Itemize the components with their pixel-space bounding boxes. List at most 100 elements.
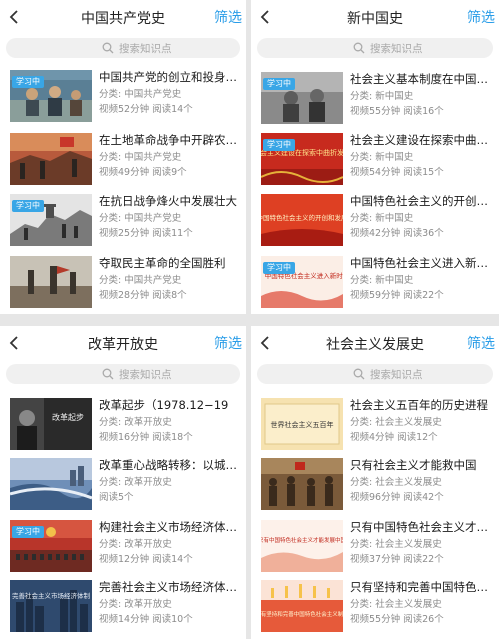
thumbnail: 中国特色社会主义的开创和发展 bbox=[261, 194, 343, 246]
item-category: 分类: 中国共产党史 bbox=[99, 213, 182, 224]
page-title: 改革开放史 bbox=[88, 337, 158, 353]
thumbnail bbox=[10, 458, 92, 510]
item-title: 完善社会主义市场经济体制... bbox=[99, 580, 242, 594]
status-badge: 学习中 bbox=[12, 200, 44, 212]
item-stats: 视频42分钟 阅读36个 bbox=[350, 228, 444, 239]
item-stats: 视频37分钟 阅读22个 bbox=[350, 554, 444, 565]
chevron-left-icon bbox=[260, 10, 269, 24]
item-category: 分类: 新中国史 bbox=[350, 91, 414, 102]
back-button[interactable] bbox=[6, 334, 22, 352]
thumbnail bbox=[261, 458, 343, 510]
page-title: 中国共产党史 bbox=[81, 11, 165, 27]
thumbnail: 只有中国特色社会主义才能发展中国 bbox=[261, 520, 343, 572]
item-category: 分类: 改革开放史 bbox=[99, 539, 172, 550]
item-category: 分类: 改革开放史 bbox=[99, 477, 172, 488]
item-title: 社会主义五百年的历史进程 bbox=[350, 398, 488, 412]
thumb-caption: 只有坚持和完善中国特色社会主义制度 bbox=[261, 610, 343, 618]
list-item[interactable]: 学习中 在抗日战争烽火中发展壮大 分类: 中国共产党史 视频25分钟 阅读11个 bbox=[10, 194, 242, 246]
item-stats: 视频55分钟 阅读16个 bbox=[350, 106, 444, 117]
list-item[interactable]: 学习中 社会主义基本制度在中国的... 分类: 新中国史 视频55分钟 阅读16… bbox=[261, 72, 495, 124]
list-item[interactable]: 在土地革命战争中开辟农村... 分类: 中国共产党史 视频49分钟 阅读9个 bbox=[10, 133, 242, 185]
list-item[interactable]: 学习中 构建社会主义市场经济体制... 分类: 改革开放史 视频12分钟 阅读1… bbox=[10, 520, 242, 572]
list-item[interactable]: 只有坚持和完善中国特色社会主义制度 只有坚持和完善中国特色社... 分类: 社会… bbox=[261, 580, 495, 632]
item-title: 社会主义基本制度在中国的... bbox=[350, 72, 495, 86]
search-bar[interactable]: 搜索知识点 bbox=[6, 38, 240, 58]
thumbnail: 完善社会主义市场经济体制 bbox=[10, 580, 92, 632]
item-stats: 阅读5个 bbox=[99, 492, 134, 503]
item-category: 分类: 中国共产党史 bbox=[99, 89, 182, 100]
filter-button[interactable]: 筛选 bbox=[214, 7, 242, 27]
item-title: 只有坚持和完善中国特色社... bbox=[350, 580, 495, 594]
thumb-caption: 改革起步 bbox=[52, 412, 84, 422]
list-item[interactable]: 社会主义建设在探索中曲折发展 学习中 社会主义建设在探索中曲折... 分类: 新… bbox=[261, 133, 495, 185]
status-badge: 学习中 bbox=[12, 76, 44, 88]
filter-button[interactable]: 筛选 bbox=[214, 333, 242, 353]
list-item[interactable]: 完善社会主义市场经济体制 完善社会主义市场经济体制... 分类: 改革开放史 视… bbox=[10, 580, 242, 632]
chevron-left-icon bbox=[9, 336, 18, 350]
status-badge: 学习中 bbox=[263, 139, 295, 151]
item-stats: 视频25分钟 阅读11个 bbox=[99, 228, 193, 239]
list-item[interactable]: 只有中国特色社会主义才能发展中国 只有中国特色社会主义才能... 分类: 社会主… bbox=[261, 520, 495, 572]
thumb-caption: 中国特色社会主义的开创和发展 bbox=[261, 213, 343, 222]
search-bar[interactable]: 搜索知识点 bbox=[257, 38, 493, 58]
page-title: 新中国史 bbox=[347, 11, 403, 27]
thumbnail: 学习中 bbox=[10, 520, 92, 572]
item-stats: 视频55分钟 阅读26个 bbox=[350, 614, 444, 625]
list-item[interactable]: 只有社会主义才能救中国 分类: 社会主义发展史 视频96分钟 阅读42个 bbox=[261, 458, 495, 510]
item-title: 在土地革命战争中开辟农村... bbox=[99, 133, 242, 147]
back-button[interactable] bbox=[6, 8, 22, 26]
thumbnail: 学习中 bbox=[261, 72, 343, 124]
list-item[interactable]: 改革重心战略转移：以城市... 分类: 改革开放史 阅读5个 bbox=[10, 458, 242, 510]
item-category: 分类: 社会主义发展史 bbox=[350, 599, 442, 610]
item-category: 分类: 新中国史 bbox=[350, 275, 414, 286]
back-button[interactable] bbox=[257, 8, 273, 26]
item-title: 中国共产党的创立和投身大... bbox=[99, 70, 242, 84]
item-stats: 视频14分钟 阅读10个 bbox=[99, 614, 193, 625]
filter-button[interactable]: 筛选 bbox=[467, 7, 495, 27]
thumbnail: 只有坚持和完善中国特色社会主义制度 bbox=[261, 580, 343, 632]
item-title: 构建社会主义市场经济体制... bbox=[99, 520, 242, 534]
thumb-caption: 世界社会主义五百年 bbox=[271, 420, 334, 429]
list-item[interactable]: 世界社会主义五百年 社会主义五百年的历史进程 分类: 社会主义发展史 视频4分钟… bbox=[261, 398, 495, 450]
filter-button[interactable]: 筛选 bbox=[467, 333, 495, 353]
list-item[interactable]: 中国特色社会主义进入新时代 学习中 中国特色社会主义进入新时... 分类: 新中… bbox=[261, 256, 495, 308]
panel-new-china-history: 新中国史 筛选 搜索知识点 学习中 社会主义基本制度在中国的... 分类: 新中… bbox=[251, 0, 499, 314]
item-stats: 视频52分钟 阅读14个 bbox=[99, 104, 193, 115]
item-stats: 视频59分钟 阅读22个 bbox=[350, 290, 444, 301]
thumbnail: 学习中 bbox=[10, 70, 92, 122]
thumb-caption: 完善社会主义市场经济体制 bbox=[12, 591, 91, 600]
list-item[interactable]: 夺取民主革命的全国胜利 分类: 中国共产党史 视频28分钟 阅读8个 bbox=[10, 256, 242, 308]
search-bar[interactable]: 搜索知识点 bbox=[6, 364, 240, 384]
header: 中国共产党史 筛选 bbox=[0, 0, 246, 34]
page-title: 社会主义发展史 bbox=[326, 337, 424, 353]
item-title: 社会主义建设在探索中曲折... bbox=[350, 133, 495, 147]
list-item[interactable]: 学习中 中国共产党的创立和投身大... 分类: 中国共产党史 视频52分钟 阅读… bbox=[10, 70, 242, 122]
thumbnail: 中国特色社会主义进入新时代 学习中 bbox=[261, 256, 343, 308]
search-bar[interactable]: 搜索知识点 bbox=[257, 364, 493, 384]
panel-party-history: 中国共产党史 筛选 搜索知识点 学习中 中国共产党的创立和投身大... 分类: … bbox=[0, 0, 246, 314]
item-title: 中国特色社会主义进入新时... bbox=[350, 256, 495, 270]
list-item[interactable]: 中国特色社会主义的开创和发展 中国特色社会主义的开创和... 分类: 新中国史 … bbox=[261, 194, 495, 246]
thumbnail bbox=[10, 256, 92, 308]
header: 改革开放史 筛选 bbox=[0, 326, 246, 360]
chevron-left-icon bbox=[9, 10, 18, 24]
status-badge: 学习中 bbox=[263, 78, 295, 90]
item-category: 分类: 社会主义发展史 bbox=[350, 477, 442, 488]
item-stats: 视频4分钟 阅读12个 bbox=[350, 432, 438, 443]
item-category: 分类: 中国共产党史 bbox=[99, 152, 182, 163]
thumbnail: 世界社会主义五百年 bbox=[261, 398, 343, 450]
item-title: 只有中国特色社会主义才能... bbox=[350, 520, 495, 534]
item-category: 分类: 社会主义发展史 bbox=[350, 539, 442, 550]
item-title: 夺取民主革命的全国胜利 bbox=[99, 256, 226, 270]
item-title: 中国特色社会主义的开创和... bbox=[350, 194, 495, 208]
item-category: 分类: 社会主义发展史 bbox=[350, 417, 442, 428]
thumbnail: 改革起步 bbox=[10, 398, 92, 450]
back-button[interactable] bbox=[257, 334, 273, 352]
item-category: 分类: 中国共产党史 bbox=[99, 275, 182, 286]
chevron-left-icon bbox=[260, 336, 269, 350]
item-category: 分类: 新中国史 bbox=[350, 213, 414, 224]
item-category: 分类: 改革开放史 bbox=[99, 417, 172, 428]
list-item[interactable]: 改革起步 改革起步（1978.12−19 分类: 改革开放史 视频16分钟 阅读… bbox=[10, 398, 242, 450]
header: 社会主义发展史 筛选 bbox=[251, 326, 499, 360]
item-category: 分类: 改革开放史 bbox=[99, 599, 172, 610]
